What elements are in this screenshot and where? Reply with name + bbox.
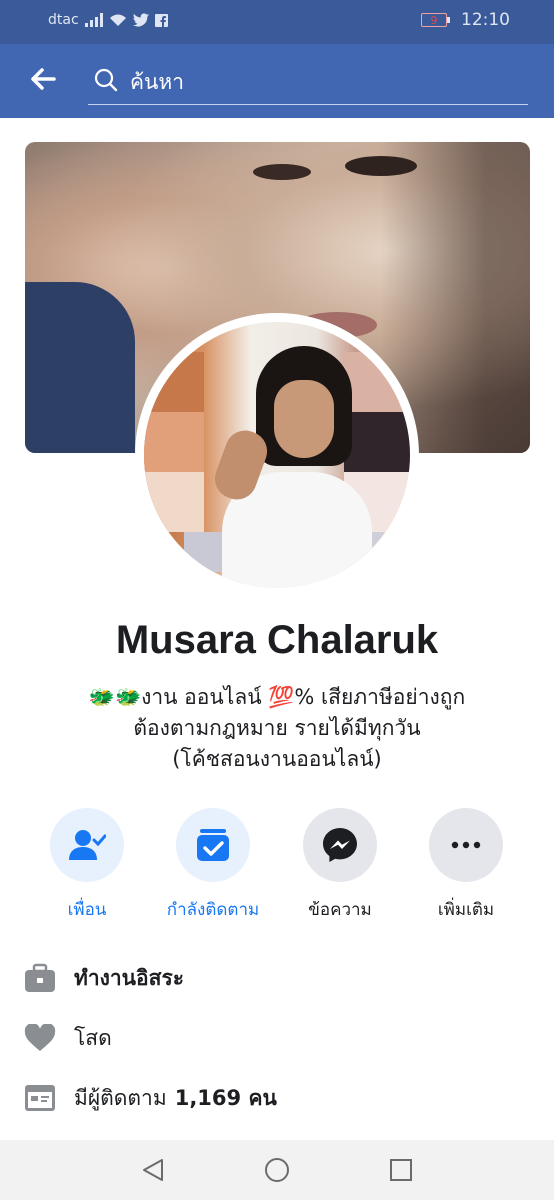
heart-icon [24, 1022, 56, 1054]
followers-card-icon [24, 1082, 56, 1114]
more-circle [429, 808, 503, 882]
twitter-icon [132, 13, 149, 27]
briefcase-icon [24, 962, 56, 994]
message-button[interactable]: ข้อความ [280, 808, 400, 923]
status-bar: dtac 9 12:10 [0, 0, 554, 44]
system-nav-bar [0, 1140, 554, 1200]
relationship-text: โสด [74, 1025, 112, 1050]
message-circle [303, 808, 377, 882]
pixel-block [184, 532, 224, 572]
friends-label: เพื่อน [67, 900, 107, 920]
pixel-block [344, 352, 410, 412]
followers-prefix: มีผู้ติดตาม [74, 1085, 167, 1110]
home-circle-icon[interactable] [264, 1157, 290, 1183]
messenger-icon [323, 828, 357, 862]
pixel-block [144, 472, 204, 532]
cover-jacket [25, 282, 135, 453]
pixel-block [344, 412, 410, 472]
avatar-photo [144, 322, 410, 588]
avatar-face [274, 380, 334, 458]
bio-line-2: ต้องตามกฎหมาย รายได้มีทุกวัน [133, 716, 421, 740]
info-relationship: โสด [24, 1018, 534, 1058]
action-row: เพื่อน กำลังติดตาม ข้อความ เพิ่มเติม [0, 808, 554, 920]
search-field[interactable]: ค้นหา [88, 58, 528, 105]
friends-button[interactable]: เพื่อน [27, 808, 147, 923]
search-placeholder: ค้นหา [130, 70, 185, 94]
app-bar: ค้นหา [0, 44, 554, 118]
message-label: ข้อความ [308, 900, 372, 920]
wifi-icon [109, 14, 126, 26]
battery-icon: 9 [421, 13, 450, 27]
carrier-label: dtac [48, 12, 79, 28]
pixel-block [144, 352, 204, 412]
cover-eye-left [253, 164, 311, 180]
cover-eye-right [345, 156, 417, 176]
following-label: กำลังติดตาม [166, 900, 260, 920]
following-button[interactable]: กำลังติดตาม [153, 808, 273, 923]
profile-name: Musara Chalaruk [115, 618, 439, 662]
search-icon [94, 68, 118, 92]
recents-square-icon[interactable] [388, 1157, 414, 1183]
following-check-icon [197, 829, 229, 861]
bio-line-3: (โค้ชสอนงานออนไลน์) [172, 747, 382, 771]
following-circle [176, 808, 250, 882]
facebook-icon [154, 13, 168, 27]
work-text: ทำงานอิสระ [74, 965, 185, 990]
followers-count[interactable]: 1,169 คน [175, 1082, 277, 1115]
avatar[interactable] [135, 313, 419, 597]
arrow-left-icon[interactable] [28, 64, 58, 94]
status-left: dtac [48, 12, 168, 28]
info-followers: มีผู้ติดตาม 1,169 คน [24, 1078, 534, 1118]
signal-icon [84, 13, 103, 27]
friends-circle [50, 808, 124, 882]
profile-bio: 🐲🐲งาน ออนไลน์ 💯% เสียภาษีอย่างถูก ต้องตา… [40, 682, 514, 775]
info-work: ทำงานอิสระ [24, 958, 534, 998]
more-icon [451, 841, 481, 849]
clock: 12:10 [461, 10, 510, 30]
status-right: 9 12:10 [421, 10, 510, 30]
profile-card: Musara Chalaruk 🐲🐲งาน ออนไลน์ 💯% เสียภาษ… [0, 118, 554, 1140]
friend-check-icon [69, 830, 106, 860]
bio-line-1: 🐲🐲งาน ออนไลน์ 💯% เสียภาษีอย่างถูก [88, 685, 466, 709]
more-label: เพิ่มเติม [437, 900, 495, 920]
pixel-block [144, 412, 204, 472]
back-triangle-icon[interactable] [140, 1157, 166, 1183]
more-button[interactable]: เพิ่มเติม [406, 808, 526, 923]
